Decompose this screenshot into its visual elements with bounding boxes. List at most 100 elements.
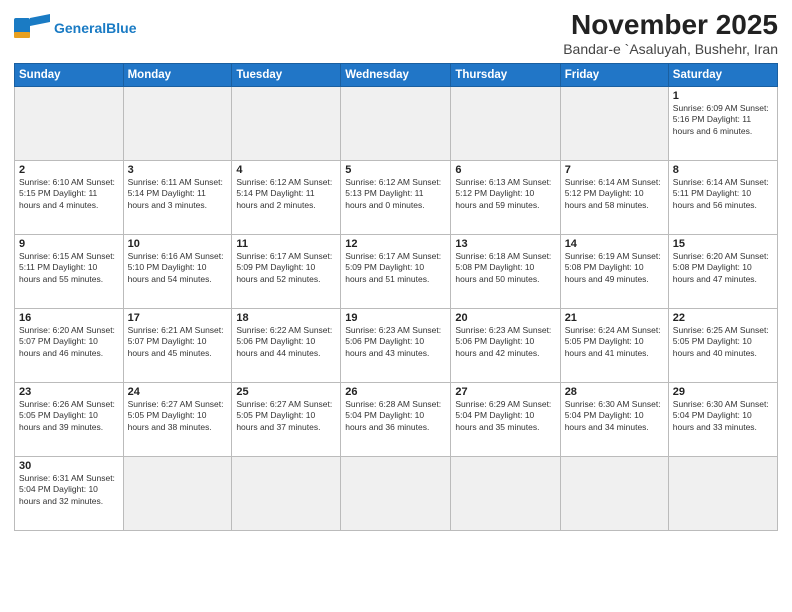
calendar-cell: 15Sunrise: 6:20 AM Sunset: 5:08 PM Dayli… xyxy=(668,234,777,308)
day-info: Sunrise: 6:12 AM Sunset: 5:13 PM Dayligh… xyxy=(345,177,446,211)
day-info: Sunrise: 6:19 AM Sunset: 5:08 PM Dayligh… xyxy=(565,251,664,285)
calendar-cell xyxy=(451,86,560,160)
day-info: Sunrise: 6:14 AM Sunset: 5:11 PM Dayligh… xyxy=(673,177,773,211)
day-number: 22 xyxy=(673,312,773,324)
day-number: 6 xyxy=(455,164,555,176)
calendar-cell: 30Sunrise: 6:31 AM Sunset: 5:04 PM Dayli… xyxy=(15,456,124,530)
day-number: 28 xyxy=(565,386,664,398)
day-info: Sunrise: 6:11 AM Sunset: 5:14 PM Dayligh… xyxy=(128,177,228,211)
day-number: 24 xyxy=(128,386,228,398)
calendar-table: Sunday Monday Tuesday Wednesday Thursday… xyxy=(14,63,778,531)
day-number: 21 xyxy=(565,312,664,324)
calendar-cell: 13Sunrise: 6:18 AM Sunset: 5:08 PM Dayli… xyxy=(451,234,560,308)
day-info: Sunrise: 6:20 AM Sunset: 5:08 PM Dayligh… xyxy=(673,251,773,285)
header-saturday: Saturday xyxy=(668,63,777,86)
day-number: 1 xyxy=(673,90,773,102)
day-info: Sunrise: 6:31 AM Sunset: 5:04 PM Dayligh… xyxy=(19,473,119,507)
calendar-cell xyxy=(668,456,777,530)
calendar-cell: 29Sunrise: 6:30 AM Sunset: 5:04 PM Dayli… xyxy=(668,382,777,456)
logo-blue: Blue xyxy=(106,20,136,36)
calendar-cell xyxy=(341,86,451,160)
day-number: 15 xyxy=(673,238,773,250)
day-info: Sunrise: 6:30 AM Sunset: 5:04 PM Dayligh… xyxy=(565,399,664,433)
day-info: Sunrise: 6:13 AM Sunset: 5:12 PM Dayligh… xyxy=(455,177,555,211)
day-number: 16 xyxy=(19,312,119,324)
logo-general: General xyxy=(54,20,106,36)
day-number: 18 xyxy=(236,312,336,324)
day-number: 29 xyxy=(673,386,773,398)
calendar-cell xyxy=(341,456,451,530)
calendar-cell: 20Sunrise: 6:23 AM Sunset: 5:06 PM Dayli… xyxy=(451,308,560,382)
day-number: 12 xyxy=(345,238,446,250)
calendar-cell: 7Sunrise: 6:14 AM Sunset: 5:12 PM Daylig… xyxy=(560,160,668,234)
calendar-row: 16Sunrise: 6:20 AM Sunset: 5:07 PM Dayli… xyxy=(15,308,778,382)
day-info: Sunrise: 6:30 AM Sunset: 5:04 PM Dayligh… xyxy=(673,399,773,433)
day-number: 11 xyxy=(236,238,336,250)
page: GeneralBlue November 2025 Bandar-e `Asal… xyxy=(0,0,792,612)
header-monday: Monday xyxy=(123,63,232,86)
calendar-subtitle: Bandar-e `Asaluyah, Bushehr, Iran xyxy=(563,41,778,57)
calendar-cell xyxy=(560,456,668,530)
calendar-cell: 28Sunrise: 6:30 AM Sunset: 5:04 PM Dayli… xyxy=(560,382,668,456)
header-tuesday: Tuesday xyxy=(232,63,341,86)
day-info: Sunrise: 6:27 AM Sunset: 5:05 PM Dayligh… xyxy=(128,399,228,433)
logo-text: GeneralBlue xyxy=(54,21,136,35)
logo: GeneralBlue xyxy=(14,14,136,42)
header-thursday: Thursday xyxy=(451,63,560,86)
calendar-cell: 12Sunrise: 6:17 AM Sunset: 5:09 PM Dayli… xyxy=(341,234,451,308)
calendar-row: 1Sunrise: 6:09 AM Sunset: 5:16 PM Daylig… xyxy=(15,86,778,160)
calendar-cell xyxy=(232,456,341,530)
day-info: Sunrise: 6:17 AM Sunset: 5:09 PM Dayligh… xyxy=(345,251,446,285)
day-info: Sunrise: 6:20 AM Sunset: 5:07 PM Dayligh… xyxy=(19,325,119,359)
calendar-cell: 16Sunrise: 6:20 AM Sunset: 5:07 PM Dayli… xyxy=(15,308,124,382)
title-area: November 2025 Bandar-e `Asaluyah, Busheh… xyxy=(563,10,778,57)
calendar-cell: 17Sunrise: 6:21 AM Sunset: 5:07 PM Dayli… xyxy=(123,308,232,382)
header: GeneralBlue November 2025 Bandar-e `Asal… xyxy=(14,10,778,57)
day-number: 20 xyxy=(455,312,555,324)
day-number: 2 xyxy=(19,164,119,176)
calendar-cell: 4Sunrise: 6:12 AM Sunset: 5:14 PM Daylig… xyxy=(232,160,341,234)
day-info: Sunrise: 6:29 AM Sunset: 5:04 PM Dayligh… xyxy=(455,399,555,433)
day-number: 14 xyxy=(565,238,664,250)
header-sunday: Sunday xyxy=(15,63,124,86)
calendar-cell: 21Sunrise: 6:24 AM Sunset: 5:05 PM Dayli… xyxy=(560,308,668,382)
day-info: Sunrise: 6:21 AM Sunset: 5:07 PM Dayligh… xyxy=(128,325,228,359)
day-number: 9 xyxy=(19,238,119,250)
day-number: 5 xyxy=(345,164,446,176)
calendar-cell: 26Sunrise: 6:28 AM Sunset: 5:04 PM Dayli… xyxy=(341,382,451,456)
calendar-cell: 11Sunrise: 6:17 AM Sunset: 5:09 PM Dayli… xyxy=(232,234,341,308)
header-friday: Friday xyxy=(560,63,668,86)
logo-icon xyxy=(14,14,50,42)
day-info: Sunrise: 6:18 AM Sunset: 5:08 PM Dayligh… xyxy=(455,251,555,285)
calendar-cell xyxy=(15,86,124,160)
day-info: Sunrise: 6:10 AM Sunset: 5:15 PM Dayligh… xyxy=(19,177,119,211)
day-number: 23 xyxy=(19,386,119,398)
day-info: Sunrise: 6:09 AM Sunset: 5:16 PM Dayligh… xyxy=(673,103,773,137)
weekday-header-row: Sunday Monday Tuesday Wednesday Thursday… xyxy=(15,63,778,86)
calendar-cell xyxy=(123,86,232,160)
calendar-cell: 19Sunrise: 6:23 AM Sunset: 5:06 PM Dayli… xyxy=(341,308,451,382)
calendar-cell xyxy=(451,456,560,530)
calendar-cell: 9Sunrise: 6:15 AM Sunset: 5:11 PM Daylig… xyxy=(15,234,124,308)
calendar-cell: 5Sunrise: 6:12 AM Sunset: 5:13 PM Daylig… xyxy=(341,160,451,234)
calendar-cell xyxy=(560,86,668,160)
day-info: Sunrise: 6:28 AM Sunset: 5:04 PM Dayligh… xyxy=(345,399,446,433)
day-number: 10 xyxy=(128,238,228,250)
calendar-cell: 3Sunrise: 6:11 AM Sunset: 5:14 PM Daylig… xyxy=(123,160,232,234)
calendar-title: November 2025 xyxy=(563,10,778,41)
calendar-row: 9Sunrise: 6:15 AM Sunset: 5:11 PM Daylig… xyxy=(15,234,778,308)
day-number: 3 xyxy=(128,164,228,176)
day-info: Sunrise: 6:27 AM Sunset: 5:05 PM Dayligh… xyxy=(236,399,336,433)
day-number: 8 xyxy=(673,164,773,176)
calendar-row: 23Sunrise: 6:26 AM Sunset: 5:05 PM Dayli… xyxy=(15,382,778,456)
day-number: 13 xyxy=(455,238,555,250)
day-info: Sunrise: 6:23 AM Sunset: 5:06 PM Dayligh… xyxy=(455,325,555,359)
day-info: Sunrise: 6:17 AM Sunset: 5:09 PM Dayligh… xyxy=(236,251,336,285)
calendar-cell: 23Sunrise: 6:26 AM Sunset: 5:05 PM Dayli… xyxy=(15,382,124,456)
calendar-cell: 22Sunrise: 6:25 AM Sunset: 5:05 PM Dayli… xyxy=(668,308,777,382)
day-number: 27 xyxy=(455,386,555,398)
day-info: Sunrise: 6:12 AM Sunset: 5:14 PM Dayligh… xyxy=(236,177,336,211)
day-info: Sunrise: 6:22 AM Sunset: 5:06 PM Dayligh… xyxy=(236,325,336,359)
day-info: Sunrise: 6:15 AM Sunset: 5:11 PM Dayligh… xyxy=(19,251,119,285)
day-number: 4 xyxy=(236,164,336,176)
